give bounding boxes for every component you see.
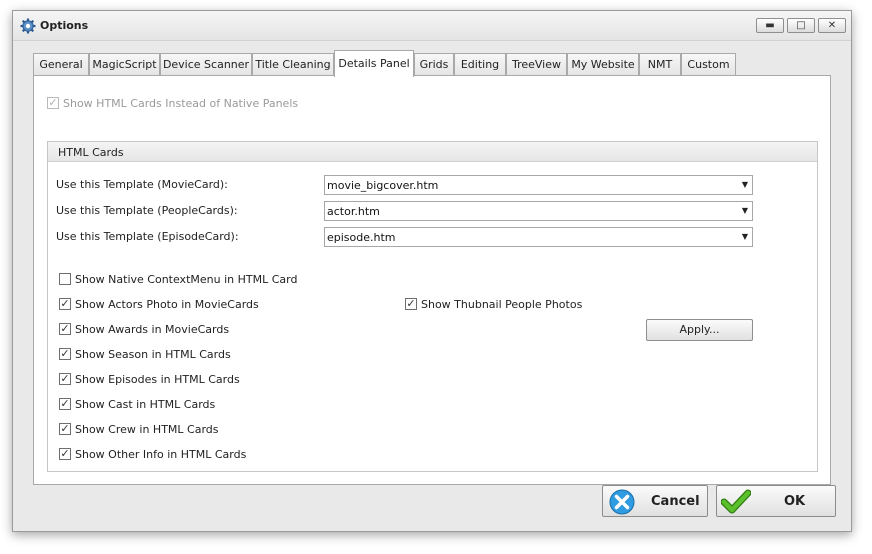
episodes-checkbox[interactable]: ✓ xyxy=(59,373,71,385)
ok-button[interactable]: OK xyxy=(716,485,836,517)
moviecard-template-select[interactable]: movie_bigcover.htm ▼ xyxy=(324,175,753,195)
group-title: HTML Cards xyxy=(58,146,124,159)
cancel-button[interactable]: Cancel xyxy=(602,485,708,517)
close-button[interactable]: ✕ xyxy=(818,18,846,33)
options-window: Options ▬ □ ✕ General MagicScript Device… xyxy=(12,10,852,532)
checkmark-icon xyxy=(721,489,751,514)
chevron-down-icon: ▼ xyxy=(741,206,748,215)
tab-details-panel[interactable]: Details Panel xyxy=(334,50,414,77)
episodes-label: Show Episodes in HTML Cards xyxy=(75,373,240,386)
window-title: Options xyxy=(40,19,89,32)
gear-icon xyxy=(20,18,36,34)
season-checkbox[interactable]: ✓ xyxy=(59,348,71,360)
other-info-label: Show Other Info in HTML Cards xyxy=(75,448,247,461)
tab-treeview[interactable]: TreeView xyxy=(506,53,567,76)
episodecard-template-label: Use this Template (EpisodeCard): xyxy=(56,230,239,243)
tab-editing[interactable]: Editing xyxy=(454,53,506,76)
episodecard-template-select[interactable]: episode.htm ▼ xyxy=(324,227,753,247)
tab-custom[interactable]: Custom xyxy=(681,53,736,76)
maximize-button[interactable]: □ xyxy=(787,18,815,33)
peoplecards-template-select[interactable]: actor.htm ▼ xyxy=(324,201,753,221)
season-label: Show Season in HTML Cards xyxy=(75,348,231,361)
html-cards-group: HTML Cards Use this Template (MovieCard)… xyxy=(47,141,818,472)
tab-grids[interactable]: Grids xyxy=(414,53,454,76)
thumbnail-people-photos-checkbox[interactable]: ✓ xyxy=(405,298,417,310)
cast-label: Show Cast in HTML Cards xyxy=(75,398,216,411)
tab-device-scanner[interactable]: Device Scanner xyxy=(160,53,252,76)
actors-photo-checkbox[interactable]: ✓ xyxy=(59,298,71,310)
chevron-down-icon: ▼ xyxy=(741,180,748,189)
peoplecards-template-label: Use this Template (PeopleCards): xyxy=(56,204,238,217)
title-bar[interactable]: Options ▬ □ ✕ xyxy=(13,11,851,41)
awards-label: Show Awards in MovieCards xyxy=(75,323,230,336)
apply-button[interactable]: Apply... xyxy=(646,319,753,341)
awards-checkbox[interactable]: ✓ xyxy=(59,323,71,335)
group-header: HTML Cards xyxy=(48,142,817,162)
tab-my-website[interactable]: My Website xyxy=(567,53,639,76)
show-html-cards-label: Show HTML Cards Instead of Native Panels xyxy=(63,97,299,110)
crew-label: Show Crew in HTML Cards xyxy=(75,423,219,436)
show-html-cards-checkbox[interactable]: ✓ xyxy=(47,97,59,109)
cancel-button-label: Cancel xyxy=(651,494,700,509)
thumbnail-people-photos-label: Show Thubnail People Photos xyxy=(421,298,583,311)
cancel-icon xyxy=(609,489,635,515)
ok-button-label: OK xyxy=(784,494,806,509)
peoplecards-template-value: actor.htm xyxy=(327,205,380,218)
crew-checkbox[interactable]: ✓ xyxy=(59,423,71,435)
actors-photo-label: Show Actors Photo in MovieCards xyxy=(75,298,259,311)
other-info-checkbox[interactable]: ✓ xyxy=(59,448,71,460)
cast-checkbox[interactable]: ✓ xyxy=(59,398,71,410)
tab-nmt[interactable]: NMT xyxy=(639,53,681,76)
minimize-button[interactable]: ▬ xyxy=(756,18,784,33)
details-panel: ✓ Show HTML Cards Instead of Native Pane… xyxy=(33,75,831,485)
tab-magicscript[interactable]: MagicScript xyxy=(89,53,160,76)
tab-title-cleaning[interactable]: Title Cleaning xyxy=(252,53,334,76)
tab-general[interactable]: General xyxy=(33,53,89,76)
episodecard-template-value: episode.htm xyxy=(327,231,396,244)
moviecard-template-label: Use this Template (MovieCard): xyxy=(56,178,228,191)
moviecard-template-value: movie_bigcover.htm xyxy=(327,179,439,192)
native-contextmenu-checkbox[interactable] xyxy=(59,273,71,285)
native-contextmenu-label: Show Native ContextMenu in HTML Card xyxy=(75,273,298,286)
chevron-down-icon: ▼ xyxy=(741,232,748,241)
